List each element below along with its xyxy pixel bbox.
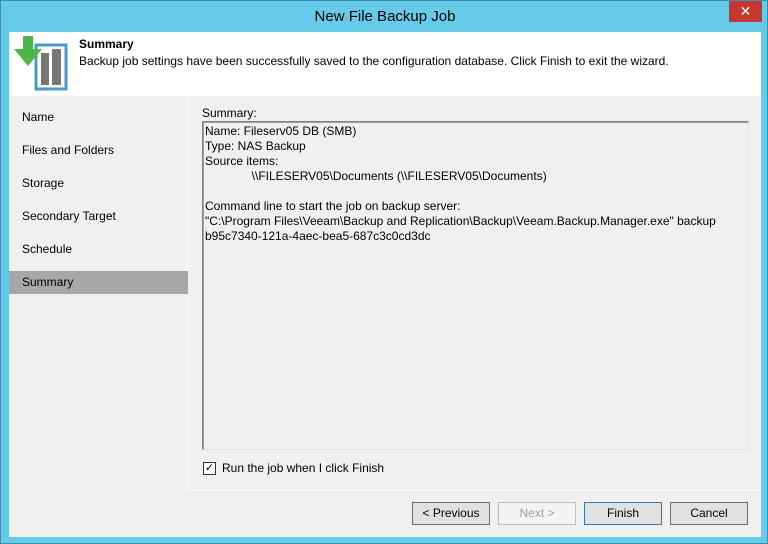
run-job-checkbox[interactable]: ✓ Run the job when I click Finish — [203, 461, 384, 475]
nav-item-schedule[interactable]: Schedule — [9, 238, 188, 261]
summary-label: Summary: — [202, 106, 257, 120]
nav-item-files-and-folders[interactable]: Files and Folders — [9, 139, 188, 162]
step-title: Summary — [79, 37, 134, 51]
wizard-body: Summary Backup job settings have been su… — [9, 32, 761, 537]
wizard-window: New File Backup Job ✕ Summary Backup job… — [0, 0, 768, 544]
wizard-header: Summary Backup job settings have been su… — [9, 32, 761, 96]
file-backup-icon — [14, 36, 68, 91]
footer-divider — [188, 490, 761, 491]
step-description: Backup job settings have been successful… — [79, 54, 669, 68]
cancel-button[interactable]: Cancel — [670, 502, 748, 525]
nav-item-storage[interactable]: Storage — [9, 172, 188, 195]
run-job-label: Run the job when I click Finish — [222, 461, 385, 475]
next-button[interactable]: Next > — [498, 502, 576, 525]
window-title: New File Backup Job — [314, 8, 456, 25]
checkbox-check-icon[interactable]: ✓ — [203, 461, 216, 475]
nav-item-secondary-target[interactable]: Secondary Target — [9, 205, 188, 228]
nav-item-name[interactable]: Name — [9, 106, 188, 129]
close-button[interactable]: ✕ — [729, 1, 762, 22]
wizard-steps: Name Files and Folders Storage Secondary… — [9, 96, 188, 490]
summary-textbox[interactable]: Name: Fileserv05 DB (SMB) Type: NAS Back… — [202, 121, 749, 450]
nav-item-summary[interactable]: Summary — [9, 271, 188, 294]
previous-button[interactable]: < Previous — [412, 502, 490, 525]
finish-button[interactable]: Finish — [584, 502, 662, 525]
